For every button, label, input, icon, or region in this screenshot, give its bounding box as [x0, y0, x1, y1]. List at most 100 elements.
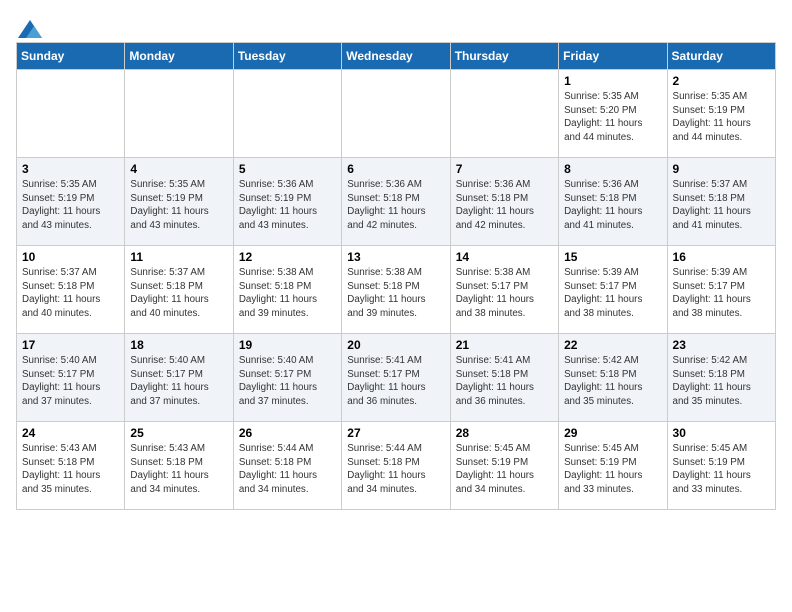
- calendar-week-row: 10Sunrise: 5:37 AM Sunset: 5:18 PM Dayli…: [17, 246, 776, 334]
- day-number: 28: [456, 426, 553, 440]
- day-info: Sunrise: 5:36 AM Sunset: 5:19 PM Dayligh…: [239, 178, 336, 233]
- calendar-cell: 10Sunrise: 5:37 AM Sunset: 5:18 PM Dayli…: [17, 246, 125, 334]
- logo-icon: [18, 20, 42, 38]
- day-info: Sunrise: 5:38 AM Sunset: 5:17 PM Dayligh…: [456, 266, 553, 321]
- day-info: Sunrise: 5:39 AM Sunset: 5:17 PM Dayligh…: [673, 266, 770, 321]
- day-number: 2: [673, 74, 770, 88]
- day-info: Sunrise: 5:45 AM Sunset: 5:19 PM Dayligh…: [456, 442, 553, 497]
- calendar-cell: 20 Sunrise: 5:41 AM Sunset: 5:17 PM Dayli…: [342, 334, 450, 422]
- day-number: 20: [347, 338, 444, 352]
- day-number: 5: [239, 162, 336, 176]
- calendar-cell: 6 Sunrise: 5:36 AM Sunset: 5:18 PM Daylig…: [342, 158, 450, 246]
- calendar-cell: 29 Sunrise: 5:45 AM Sunset: 5:19 PM Dayli…: [559, 422, 667, 510]
- day-number: 4: [130, 162, 227, 176]
- calendar-cell: 26 Sunrise: 5:44 AM Sunset: 5:18 PM Dayli…: [233, 422, 341, 510]
- calendar-header-tuesday: Tuesday: [233, 43, 341, 70]
- calendar-table: SundayMondayTuesdayWednesdayThursdayFrid…: [16, 42, 776, 510]
- day-info: Sunrise: 5:38 AM Sunset: 5:18 PM Dayligh…: [239, 266, 336, 321]
- calendar-header-wednesday: Wednesday: [342, 43, 450, 70]
- calendar-cell: 14 Sunrise: 5:38 AM Sunset: 5:17 PM Dayli…: [450, 246, 558, 334]
- calendar-week-row: 24 Sunrise: 5:43 AM Sunset: 5:18 PM Dayli…: [17, 422, 776, 510]
- calendar-header-sunday: Sunday: [17, 43, 125, 70]
- day-number: 19: [239, 338, 336, 352]
- day-number: 13: [347, 250, 444, 264]
- day-info: Sunrise: 5:45 AM Sunset: 5:19 PM Dayligh…: [564, 442, 661, 497]
- calendar-cell: 12 Sunrise: 5:38 AM Sunset: 5:18 PM Dayli…: [233, 246, 341, 334]
- calendar-cell: [342, 70, 450, 158]
- day-number: 9: [673, 162, 770, 176]
- calendar-cell: 18Sunrise: 5:40 AM Sunset: 5:17 PM Dayli…: [125, 334, 233, 422]
- calendar-cell: [450, 70, 558, 158]
- day-number: 10: [22, 250, 119, 264]
- calendar-cell: 1 Sunrise: 5:35 AM Sunset: 5:20 PM Daylig…: [559, 70, 667, 158]
- day-info: Sunrise: 5:44 AM Sunset: 5:18 PM Dayligh…: [347, 442, 444, 497]
- day-number: 8: [564, 162, 661, 176]
- calendar-cell: 19 Sunrise: 5:40 AM Sunset: 5:17 PM Dayli…: [233, 334, 341, 422]
- calendar-header-monday: Monday: [125, 43, 233, 70]
- calendar-cell: 16 Sunrise: 5:39 AM Sunset: 5:17 PM Dayli…: [667, 246, 775, 334]
- day-info: Sunrise: 5:42 AM Sunset: 5:18 PM Dayligh…: [673, 354, 770, 409]
- day-number: 1: [564, 74, 661, 88]
- day-number: 6: [347, 162, 444, 176]
- day-number: 3: [22, 162, 119, 176]
- calendar-cell: 3 Sunrise: 5:35 AM Sunset: 5:19 PM Daylig…: [17, 158, 125, 246]
- day-info: Sunrise: 5:41 AM Sunset: 5:18 PM Dayligh…: [456, 354, 553, 409]
- calendar-cell: [125, 70, 233, 158]
- calendar-cell: 23 Sunrise: 5:42 AM Sunset: 5:18 PM Dayli…: [667, 334, 775, 422]
- day-number: 12: [239, 250, 336, 264]
- calendar-header-saturday: Saturday: [667, 43, 775, 70]
- day-number: 21: [456, 338, 553, 352]
- calendar-cell: 17 Sunrise: 5:40 AM Sunset: 5:17 PM Dayli…: [17, 334, 125, 422]
- day-info: Sunrise: 5:40 AM Sunset: 5:17 PM Dayligh…: [22, 354, 119, 409]
- day-info: Sunrise: 5:44 AM Sunset: 5:18 PM Dayligh…: [239, 442, 336, 497]
- calendar-cell: 15 Sunrise: 5:39 AM Sunset: 5:17 PM Dayli…: [559, 246, 667, 334]
- day-number: 15: [564, 250, 661, 264]
- calendar-cell: 8Sunrise: 5:36 AM Sunset: 5:18 PM Daylig…: [559, 158, 667, 246]
- day-info: Sunrise: 5:38 AM Sunset: 5:18 PM Dayligh…: [347, 266, 444, 321]
- day-number: 14: [456, 250, 553, 264]
- day-number: 22: [564, 338, 661, 352]
- day-info: Sunrise: 5:41 AM Sunset: 5:17 PM Dayligh…: [347, 354, 444, 409]
- calendar-cell: 9 Sunrise: 5:37 AM Sunset: 5:18 PM Daylig…: [667, 158, 775, 246]
- calendar-cell: 21 Sunrise: 5:41 AM Sunset: 5:18 PM Dayli…: [450, 334, 558, 422]
- day-number: 24: [22, 426, 119, 440]
- calendar-cell: 11Sunrise: 5:37 AM Sunset: 5:18 PM Dayli…: [125, 246, 233, 334]
- calendar-cell: 28 Sunrise: 5:45 AM Sunset: 5:19 PM Dayli…: [450, 422, 558, 510]
- day-info: Sunrise: 5:39 AM Sunset: 5:17 PM Dayligh…: [564, 266, 661, 321]
- day-info: Sunrise: 5:42 AM Sunset: 5:18 PM Dayligh…: [564, 354, 661, 409]
- day-number: 27: [347, 426, 444, 440]
- day-info: Sunrise: 5:43 AM Sunset: 5:18 PM Dayligh…: [22, 442, 119, 497]
- calendar-cell: [233, 70, 341, 158]
- day-number: 7: [456, 162, 553, 176]
- day-number: 30: [673, 426, 770, 440]
- day-number: 18: [130, 338, 227, 352]
- calendar-cell: 4Sunrise: 5:35 AM Sunset: 5:19 PM Daylig…: [125, 158, 233, 246]
- calendar-cell: 2Sunrise: 5:35 AM Sunset: 5:19 PM Daylig…: [667, 70, 775, 158]
- day-number: 17: [22, 338, 119, 352]
- calendar-cell: [17, 70, 125, 158]
- calendar-cell: 13 Sunrise: 5:38 AM Sunset: 5:18 PM Dayli…: [342, 246, 450, 334]
- calendar-cell: 25Sunrise: 5:43 AM Sunset: 5:18 PM Dayli…: [125, 422, 233, 510]
- logo: [16, 20, 42, 34]
- calendar-header-thursday: Thursday: [450, 43, 558, 70]
- day-number: 25: [130, 426, 227, 440]
- day-number: 23: [673, 338, 770, 352]
- day-info: Sunrise: 5:35 AM Sunset: 5:20 PM Dayligh…: [564, 90, 661, 145]
- day-info: Sunrise: 5:40 AM Sunset: 5:17 PM Dayligh…: [239, 354, 336, 409]
- page-header: [16, 16, 776, 34]
- calendar-header-row: SundayMondayTuesdayWednesdayThursdayFrid…: [17, 43, 776, 70]
- calendar-week-row: 3 Sunrise: 5:35 AM Sunset: 5:19 PM Daylig…: [17, 158, 776, 246]
- calendar-week-row: 17 Sunrise: 5:40 AM Sunset: 5:17 PM Dayli…: [17, 334, 776, 422]
- day-info: Sunrise: 5:35 AM Sunset: 5:19 PM Dayligh…: [22, 178, 119, 233]
- day-info: Sunrise: 5:37 AM Sunset: 5:18 PM Dayligh…: [673, 178, 770, 233]
- calendar-cell: 30Sunrise: 5:45 AM Sunset: 5:19 PM Dayli…: [667, 422, 775, 510]
- calendar-header-friday: Friday: [559, 43, 667, 70]
- calendar-cell: 27 Sunrise: 5:44 AM Sunset: 5:18 PM Dayli…: [342, 422, 450, 510]
- day-number: 29: [564, 426, 661, 440]
- day-number: 26: [239, 426, 336, 440]
- calendar-week-row: 1 Sunrise: 5:35 AM Sunset: 5:20 PM Daylig…: [17, 70, 776, 158]
- day-info: Sunrise: 5:36 AM Sunset: 5:18 PM Dayligh…: [456, 178, 553, 233]
- calendar-cell: 22 Sunrise: 5:42 AM Sunset: 5:18 PM Dayli…: [559, 334, 667, 422]
- day-info: Sunrise: 5:36 AM Sunset: 5:18 PM Dayligh…: [347, 178, 444, 233]
- day-number: 16: [673, 250, 770, 264]
